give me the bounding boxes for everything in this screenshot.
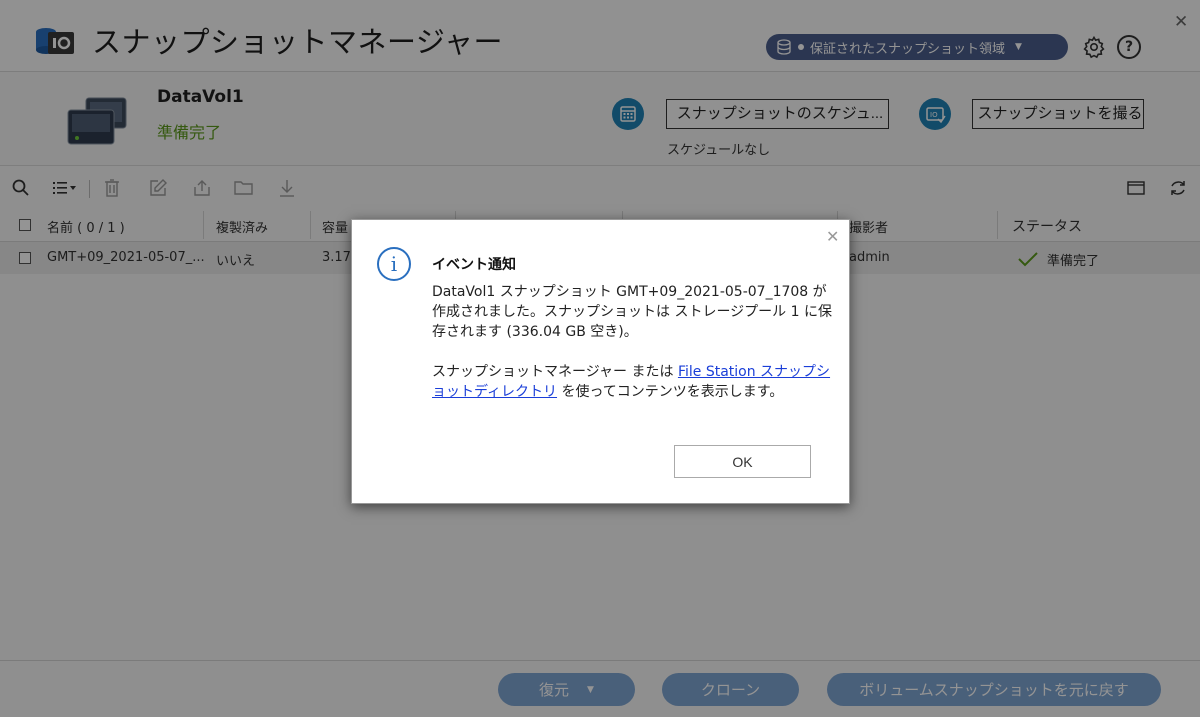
dialog-close-icon[interactable]: ✕ <box>826 227 839 246</box>
info-icon: i <box>377 247 411 281</box>
event-notification-dialog: ✕ i イベント通知 DataVol1 スナップショット GMT+09_2021… <box>351 219 850 504</box>
dialog-title: イベント通知 <box>432 257 516 273</box>
dialog-message: DataVol1 スナップショット GMT+09_2021-05-07_1708… <box>432 284 832 340</box>
dialog-hint-prefix: スナップショットマネージャー または <box>432 364 674 380</box>
dialog-body: DataVol1 スナップショット GMT+09_2021-05-07_1708… <box>432 282 832 422</box>
ok-button[interactable]: OK <box>674 445 811 478</box>
dialog-hint: スナップショットマネージャー または File Station スナップショット… <box>432 362 832 402</box>
dialog-hint-suffix: を使ってコンテンツを表示します。 <box>561 384 784 400</box>
